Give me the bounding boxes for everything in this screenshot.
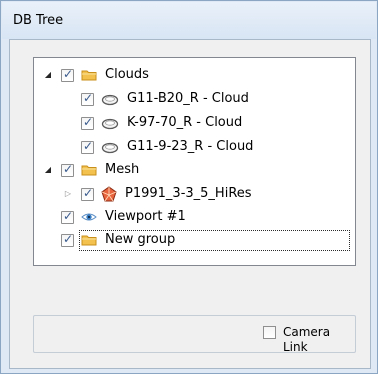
checkmark-icon: ✓	[62, 67, 74, 81]
tree-item-label: G11-9-23_R - Cloud	[127, 139, 254, 154]
tree-item-clouds[interactable]: ◢ ✓ Clouds	[34, 65, 353, 85]
tree-item-label: Clouds	[105, 67, 149, 82]
folder-icon	[81, 67, 97, 83]
new-group-checkbox[interactable]: ✓	[61, 232, 74, 247]
mesh-icon	[101, 186, 117, 202]
viewport-checkbox[interactable]: ✓	[61, 209, 74, 224]
camera-link-label[interactable]: Camera Link	[283, 325, 355, 355]
bottom-options-panel: Camera Link	[33, 315, 356, 355]
checkmark-icon: ✓	[62, 209, 74, 223]
eye-icon	[81, 209, 97, 225]
expand-arrow-icon[interactable]: ◢	[43, 70, 53, 80]
tree-item-label: Viewport #1	[105, 209, 186, 224]
tree-item-label: P1991_3-3_5_HiRes	[125, 186, 252, 201]
tree-item-cloud-3[interactable]: ✓ G11-9-23_R - Cloud	[34, 137, 353, 157]
tree-item-viewport[interactable]: ✓ Viewport #1	[34, 207, 353, 227]
tree-item-label: Mesh	[105, 162, 140, 177]
cloud-icon	[101, 139, 119, 155]
title-bar[interactable]: DB Tree	[2, 2, 376, 39]
camera-link-checkbox[interactable]	[263, 326, 276, 339]
checkmark-icon: ✓	[82, 91, 94, 105]
cloud-3-checkbox[interactable]: ✓	[81, 139, 94, 154]
tree-item-label: New group	[105, 232, 176, 247]
tree-item-cloud-1[interactable]: ✓ G11-B20_R - Cloud	[34, 89, 353, 109]
folder-icon	[81, 232, 97, 248]
tree-item-label: G11-B20_R - Cloud	[127, 91, 249, 106]
folder-icon	[81, 162, 97, 178]
cloud-2-checkbox[interactable]: ✓	[81, 115, 94, 130]
checkmark-icon: ✓	[62, 162, 74, 176]
checkmark-icon: ✓	[82, 115, 94, 129]
cloud-icon	[101, 91, 119, 107]
tree-item-mesh-group[interactable]: ◢ ✓ Mesh	[34, 160, 353, 180]
tree-item-mesh[interactable]: ▷ ✓ P1991_3-3_5_HiRes	[34, 184, 353, 204]
window-frame: DB Tree ◢ ✓ Clouds ✓ G11-B20_R - Cloud ✓…	[0, 0, 378, 374]
db-tree-view[interactable]: ◢ ✓ Clouds ✓ G11-B20_R - Cloud ✓ K-97-70…	[33, 57, 356, 266]
collapse-arrow-icon[interactable]: ▷	[63, 189, 73, 199]
window-title: DB Tree	[13, 13, 64, 28]
checkmark-icon: ✓	[62, 232, 74, 246]
mesh-group-checkbox[interactable]: ✓	[61, 162, 74, 177]
db-tree-window: DB Tree ◢ ✓ Clouds ✓ G11-B20_R - Cloud ✓…	[0, 0, 378, 374]
clouds-checkbox[interactable]: ✓	[61, 67, 74, 82]
cloud-1-checkbox[interactable]: ✓	[81, 91, 94, 106]
cloud-icon	[101, 115, 119, 131]
expand-arrow-icon[interactable]: ◢	[43, 165, 53, 175]
checkmark-icon: ✓	[82, 186, 94, 200]
mesh-checkbox[interactable]: ✓	[81, 186, 94, 201]
tree-item-cloud-2[interactable]: ✓ K-97-70_R - Cloud	[34, 113, 353, 133]
client-area: ◢ ✓ Clouds ✓ G11-B20_R - Cloud ✓ K-97-70…	[9, 39, 371, 369]
tree-item-new-group[interactable]: ✓ New group	[34, 230, 353, 251]
checkmark-icon: ✓	[82, 139, 94, 153]
tree-item-label: K-97-70_R - Cloud	[127, 115, 243, 130]
